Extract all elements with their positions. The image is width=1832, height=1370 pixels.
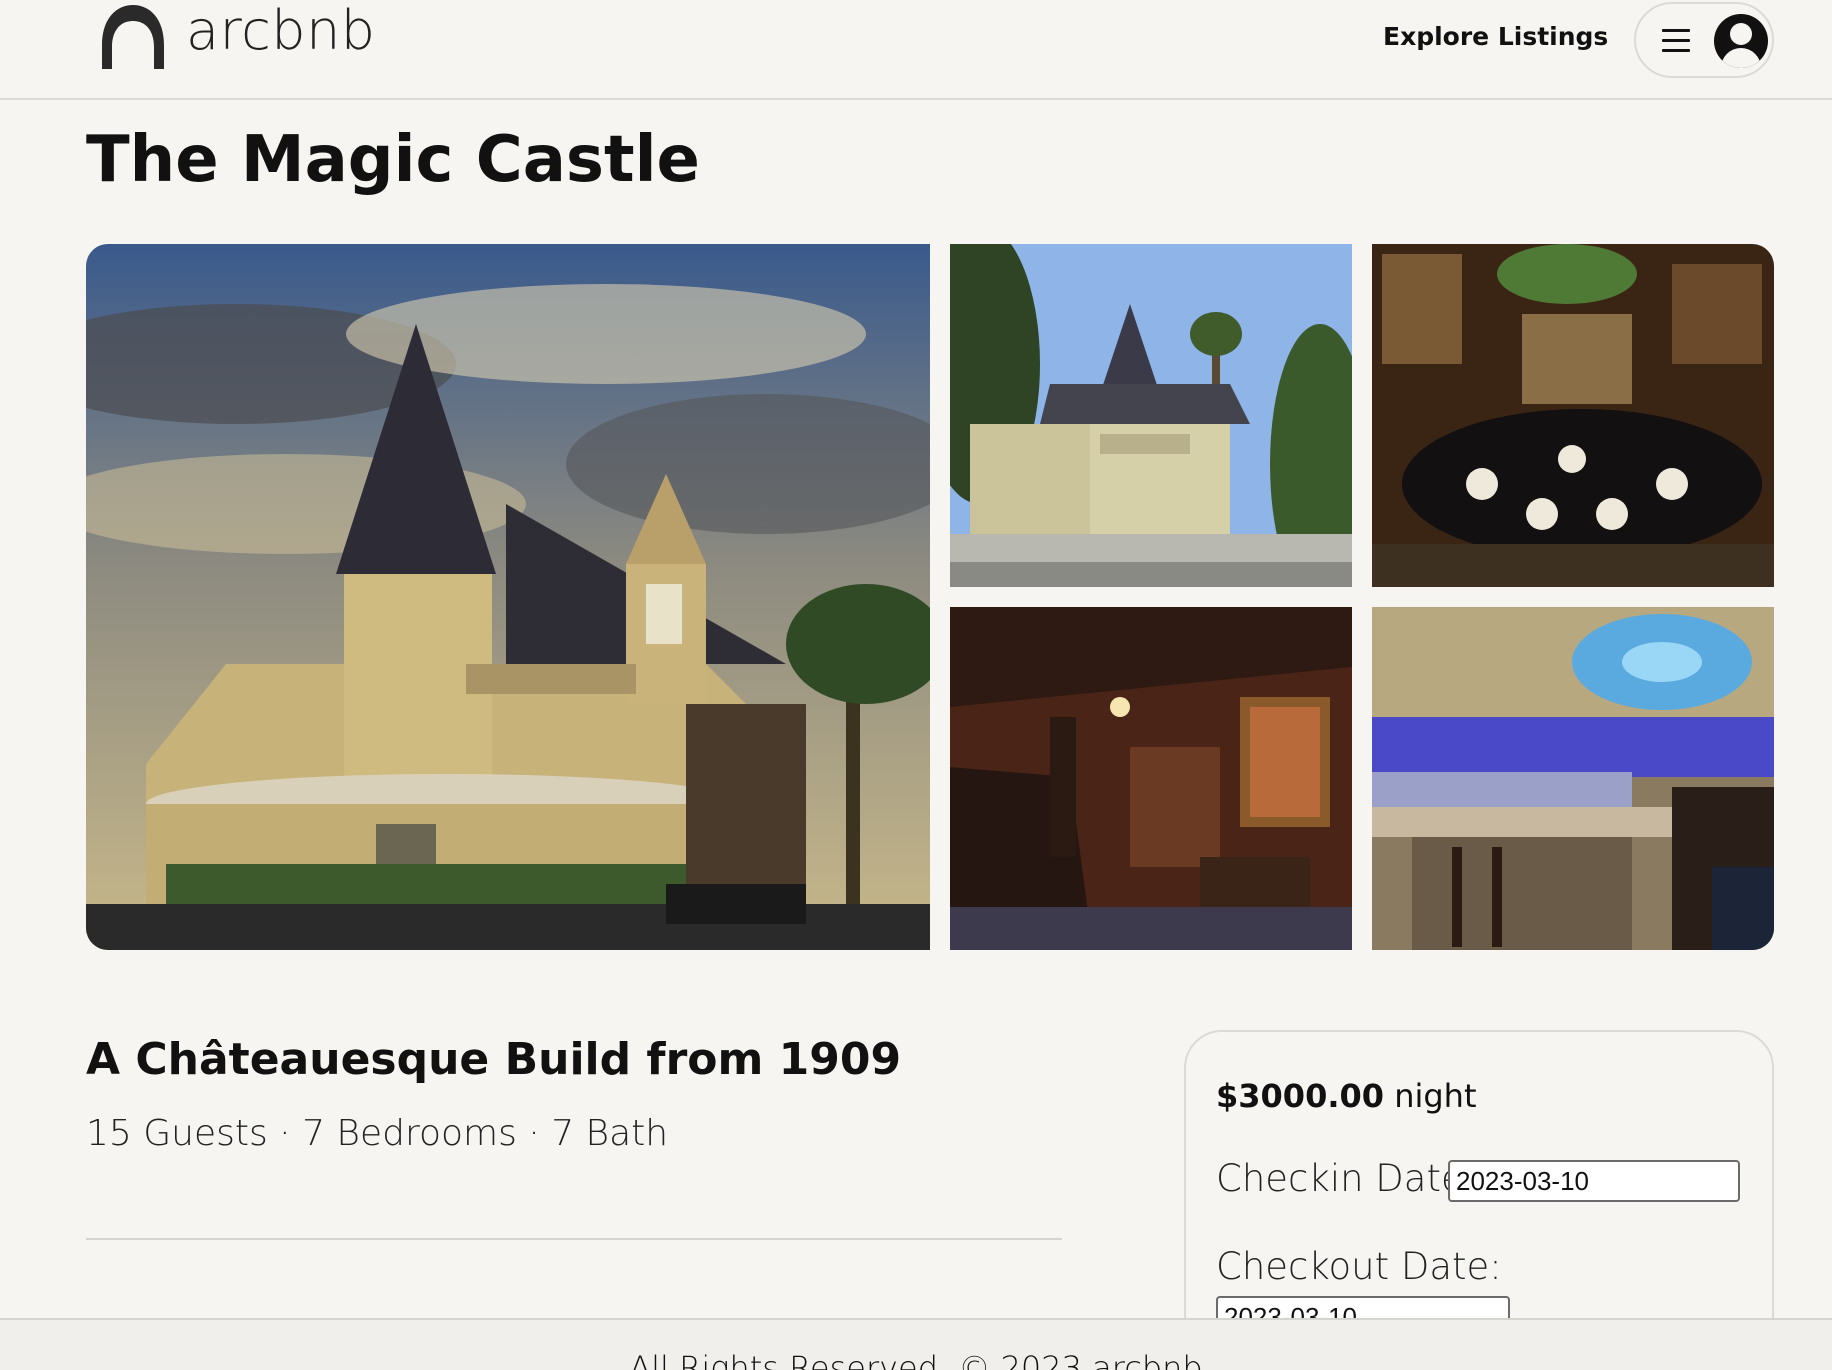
dining-room-photo[interactable] [1372,244,1774,587]
staircase-hall-photo[interactable] [950,607,1352,950]
listing-subtitle: A Châteauesque Build from 1909 [86,1034,902,1085]
user-menu-button[interactable] [1634,2,1774,78]
price-row: $3000.00 night [1216,1074,1477,1118]
page-footer: All Rights Reserved. © 2023 arcbnb [0,1318,1832,1370]
castle-exterior-photo[interactable] [950,244,1352,587]
arch-logo-icon [102,5,164,69]
checkin-date-input[interactable]: 2023-03-10 [1448,1160,1740,1202]
booking-card: $3000.00 night Checkin Date: 2023-03-10 … [1184,1030,1774,1340]
brand-name: arcbnb [186,0,376,62]
bar-room-photo[interactable] [1372,607,1774,950]
section-divider [86,1238,1062,1240]
nightly-price: $3000.00 [1216,1077,1385,1115]
user-avatar-icon [1714,14,1768,68]
explore-listings-link[interactable]: Explore Listings [1383,22,1608,51]
price-unit: night [1394,1077,1477,1115]
hamburger-menu-icon [1662,29,1690,53]
footer-copyright: All Rights Reserved. © 2023 arcbnb [629,1349,1203,1370]
top-navbar: arcbnb Explore Listings [0,0,1832,100]
checkin-date-label: Checkin Date: [1216,1157,1477,1200]
main-castle-photo[interactable] [86,244,930,950]
brand-logo[interactable]: arcbnb [96,0,375,72]
listing-stats: 15 Guests · 7 Bedrooms · 7 Bath [86,1113,669,1154]
photo-gallery [86,244,1774,950]
checkout-date-label: Checkout Date: [1216,1245,1502,1288]
listing-title: The Magic Castle [86,123,700,197]
